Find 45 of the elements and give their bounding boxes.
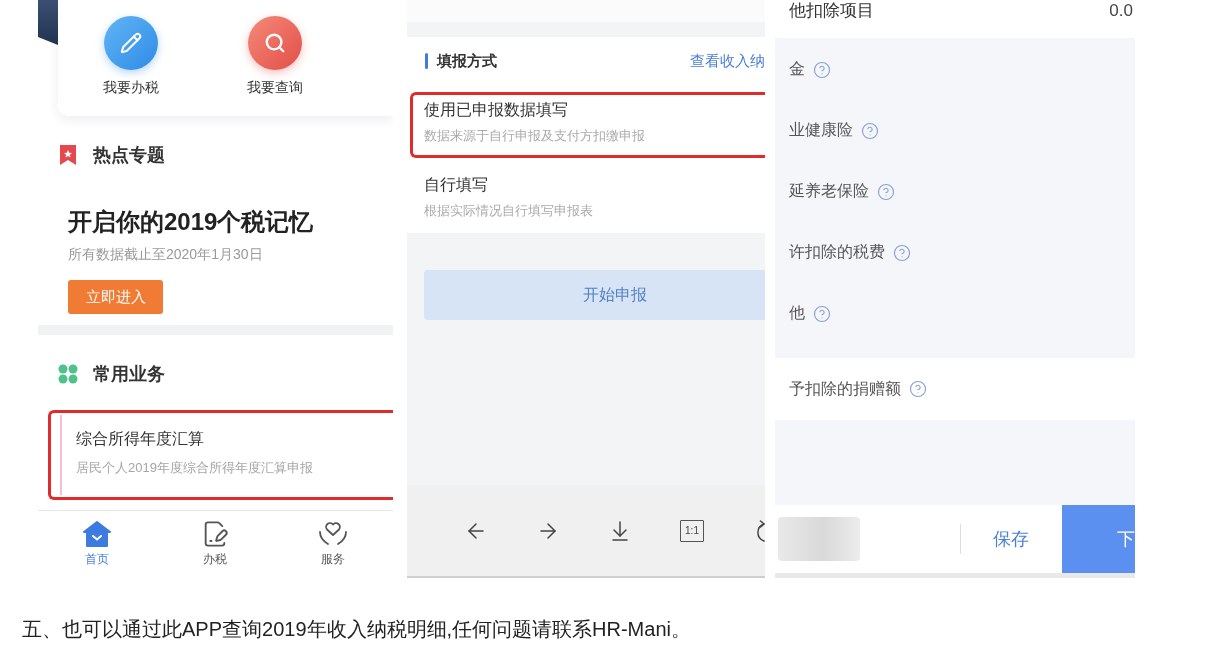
- income-link[interactable]: 查看收入纳: [690, 51, 765, 71]
- heart-hands-icon: [318, 520, 348, 548]
- help-icon[interactable]: [813, 304, 831, 323]
- section-heading: 他扣除项目: [789, 0, 874, 22]
- accent-bar: [425, 53, 428, 69]
- help-icon[interactable]: [909, 380, 927, 398]
- section-heading: 填报方式: [437, 51, 497, 71]
- bookmark-star-icon: [60, 145, 76, 165]
- promo-subtitle: 所有数据截止至2020年1月30日: [68, 245, 263, 264]
- tab[interactable]: 办税: [156, 511, 274, 578]
- deduction-label: 业健康险: [789, 120, 853, 140]
- four-dots-icon: [58, 364, 78, 384]
- quick-action-button[interactable]: 我要查询: [220, 0, 330, 116]
- help-icon[interactable]: [893, 243, 911, 262]
- search-icon: [248, 16, 302, 70]
- tab[interactable]: 服务: [274, 511, 392, 578]
- deduction-label: 延养老保险: [789, 181, 869, 201]
- service-subtitle: 居民个人2019年度综合所得年度汇算申报: [76, 459, 313, 477]
- option-title: 使用已申报数据填写: [424, 100, 568, 120]
- promo-title: 开启你的2019个税记忆: [68, 207, 314, 237]
- header-banner: [38, 0, 58, 45]
- help-icon[interactable]: [877, 182, 895, 201]
- deduction-label: 他: [789, 303, 805, 323]
- actual-size-button[interactable]: 1:1: [680, 519, 704, 542]
- option-subtitle: 数据来源于自行申报及支付方扣缴申报: [424, 127, 645, 145]
- section-heading: 热点专题: [93, 144, 165, 167]
- filing-option[interactable]: 自行填写 根据实际情况自行填写申报表: [410, 167, 765, 233]
- filing-option[interactable]: 使用已申报数据填写 数据来源于自行申报及支付方扣缴申报: [410, 92, 765, 158]
- section-heading: 常用业务: [93, 363, 165, 386]
- deduction-label: 金: [789, 59, 805, 79]
- help-icon[interactable]: [813, 60, 831, 79]
- option-title: 自行填写: [424, 175, 488, 195]
- save-button[interactable]: 保存: [993, 527, 1029, 551]
- service-card[interactable]: 综合所得年度汇算 居民个人2019年度综合所得年度汇算申报: [48, 410, 393, 500]
- tab[interactable]: 首页: [38, 511, 156, 578]
- total-value: 0.0: [1109, 0, 1133, 22]
- pencil-icon: [104, 16, 158, 70]
- home-icon: [83, 520, 111, 548]
- deduction-label: 许扣除的税费: [789, 242, 885, 262]
- caption-text: 五、也可以通过此APP查询2019年收入纳税明细,任何问题请联系HR-Mani。: [22, 617, 691, 642]
- option-subtitle: 根据实际情况自行填写申报表: [424, 202, 593, 220]
- quick-action-button[interactable]: 我要办税: [76, 0, 186, 116]
- service-title: 综合所得年度汇算: [76, 429, 204, 449]
- donation-label: 予扣除的捐赠额: [789, 378, 901, 399]
- help-icon[interactable]: [861, 121, 879, 140]
